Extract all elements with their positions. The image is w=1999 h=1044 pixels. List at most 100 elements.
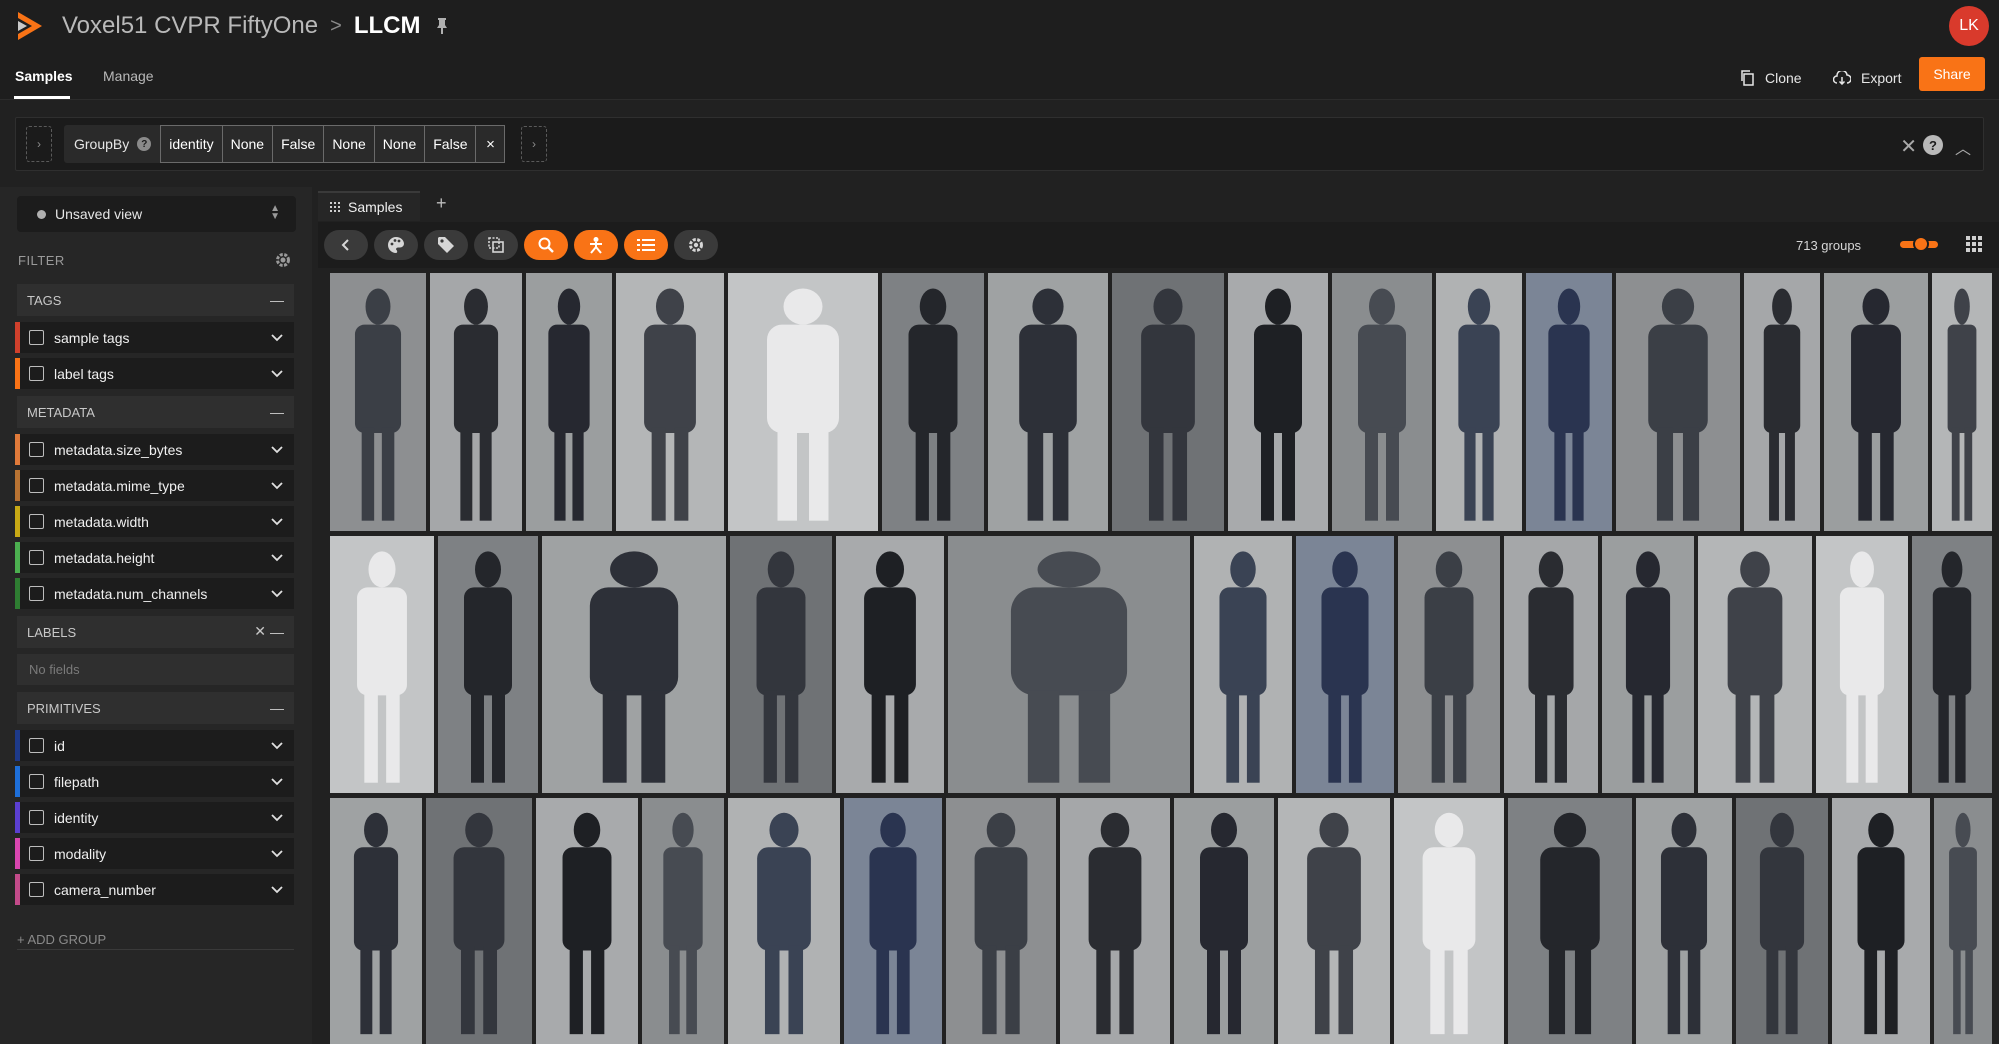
sample-thumbnail[interactable] bbox=[536, 798, 638, 1044]
group-labels-header[interactable]: LABELS ✕ — bbox=[17, 616, 294, 648]
stage-param-order-by[interactable]: None bbox=[221, 125, 274, 163]
field-sample-tags[interactable]: sample tags bbox=[15, 322, 294, 353]
sample-thumbnail[interactable] bbox=[1228, 273, 1328, 531]
patches-button[interactable] bbox=[474, 230, 518, 260]
chevron-down-icon[interactable] bbox=[270, 550, 284, 564]
sample-thumbnail[interactable] bbox=[1744, 273, 1820, 531]
add-panel-icon[interactable]: + bbox=[436, 193, 447, 214]
collapse-icon[interactable]: — bbox=[270, 700, 284, 716]
sample-thumbnail[interactable] bbox=[1508, 798, 1632, 1044]
chevron-down-icon[interactable] bbox=[270, 882, 284, 896]
field-filepath[interactable]: filepath bbox=[15, 766, 294, 797]
sample-thumbnail[interactable] bbox=[728, 273, 878, 531]
field-checkbox[interactable] bbox=[29, 330, 44, 345]
field-label-tags[interactable]: label tags bbox=[15, 358, 294, 389]
chevron-down-icon[interactable] bbox=[270, 846, 284, 860]
field-checkbox[interactable] bbox=[29, 846, 44, 861]
sample-thumbnail[interactable] bbox=[1698, 536, 1812, 793]
field-identity[interactable]: identity bbox=[15, 802, 294, 833]
field-checkbox[interactable] bbox=[29, 738, 44, 753]
fiftyone-logo-icon[interactable] bbox=[14, 10, 46, 42]
tab-samples-panel[interactable]: Samples bbox=[318, 191, 420, 221]
user-avatar[interactable]: LK bbox=[1949, 6, 1989, 46]
field-checkbox[interactable] bbox=[29, 442, 44, 457]
tag-button[interactable] bbox=[424, 230, 468, 260]
back-button[interactable] bbox=[324, 230, 368, 260]
view-stage-groupby[interactable]: GroupBy ? identity None False None None … bbox=[64, 125, 506, 163]
sample-thumbnail[interactable] bbox=[1736, 798, 1828, 1044]
sample-thumbnail[interactable] bbox=[542, 536, 726, 793]
list-view-button[interactable] bbox=[624, 230, 668, 260]
sample-thumbnail[interactable] bbox=[1504, 536, 1598, 793]
sample-thumbnail[interactable] bbox=[836, 536, 944, 793]
chevron-up-icon[interactable]: ︿ bbox=[1955, 135, 1971, 159]
field-metadata-size-bytes[interactable]: metadata.size_bytes bbox=[15, 434, 294, 465]
sample-thumbnail[interactable] bbox=[430, 273, 522, 531]
sample-thumbnail[interactable] bbox=[1398, 536, 1500, 793]
sample-thumbnail[interactable] bbox=[948, 536, 1190, 793]
sample-thumbnail[interactable] bbox=[1934, 798, 1992, 1044]
field-modality[interactable]: modality bbox=[15, 838, 294, 869]
collapse-icon[interactable]: — bbox=[270, 404, 284, 420]
collapse-icon[interactable]: — bbox=[270, 292, 284, 308]
sample-thumbnail[interactable] bbox=[330, 798, 422, 1044]
sample-thumbnail[interactable] bbox=[1394, 798, 1504, 1044]
field-checkbox[interactable] bbox=[29, 882, 44, 897]
sample-thumbnail[interactable] bbox=[642, 798, 724, 1044]
sample-thumbnail[interactable] bbox=[1060, 798, 1170, 1044]
field-metadata-width[interactable]: metadata.width bbox=[15, 506, 294, 537]
chevron-down-icon[interactable] bbox=[270, 366, 284, 380]
sample-thumbnail[interactable] bbox=[1296, 536, 1394, 793]
field-checkbox[interactable] bbox=[29, 810, 44, 825]
grid-layout-icon[interactable] bbox=[1966, 236, 1982, 252]
chevron-down-icon[interactable] bbox=[270, 514, 284, 528]
group-tags-header[interactable]: TAGS — bbox=[17, 284, 294, 316]
similarity-search-button[interactable] bbox=[524, 230, 568, 260]
sample-thumbnail[interactable] bbox=[1278, 798, 1390, 1044]
tab-samples[interactable]: Samples bbox=[15, 68, 73, 84]
chevron-down-icon[interactable] bbox=[270, 738, 284, 752]
gear-icon[interactable] bbox=[274, 251, 292, 269]
tab-manage[interactable]: Manage bbox=[103, 68, 154, 84]
saved-view-select[interactable]: Unsaved view ▲ ▼ bbox=[17, 196, 296, 232]
close-icon[interactable]: ✕ bbox=[1900, 134, 1917, 159]
sample-thumbnail[interactable] bbox=[1912, 536, 1992, 793]
embeddings-button[interactable] bbox=[574, 230, 618, 260]
chevron-down-icon[interactable] bbox=[270, 478, 284, 492]
clone-button[interactable]: Clone bbox=[1740, 64, 1802, 92]
stage-param-match-expr[interactable]: None bbox=[373, 125, 426, 163]
sample-thumbnail[interactable] bbox=[1636, 798, 1732, 1044]
sample-thumbnail[interactable] bbox=[730, 536, 832, 793]
stage-param-field[interactable]: identity bbox=[160, 125, 223, 163]
sample-thumbnail[interactable] bbox=[882, 273, 984, 531]
sample-thumbnail[interactable] bbox=[616, 273, 724, 531]
field-checkbox[interactable] bbox=[29, 586, 44, 601]
sample-thumbnail[interactable] bbox=[1816, 536, 1908, 793]
slider-handle[interactable] bbox=[1913, 236, 1929, 252]
close-icon[interactable]: ✕ bbox=[254, 623, 266, 640]
sample-thumbnail[interactable] bbox=[728, 798, 840, 1044]
sample-thumbnail[interactable] bbox=[330, 536, 434, 793]
remove-stage-button[interactable]: × bbox=[475, 125, 506, 163]
insert-stage-left-button[interactable]: › bbox=[26, 126, 52, 162]
export-button[interactable]: Export bbox=[1833, 64, 1901, 92]
sample-thumbnail[interactable] bbox=[1112, 273, 1224, 531]
field-checkbox[interactable] bbox=[29, 478, 44, 493]
group-primitives-header[interactable]: PRIMITIVES — bbox=[17, 692, 294, 724]
sample-thumbnail[interactable] bbox=[1616, 273, 1740, 531]
help-icon[interactable]: ? bbox=[1923, 135, 1943, 155]
sample-thumbnail[interactable] bbox=[1832, 798, 1930, 1044]
sample-thumbnail[interactable] bbox=[330, 273, 426, 531]
chevron-down-icon[interactable] bbox=[270, 774, 284, 788]
sample-thumbnail[interactable] bbox=[438, 536, 538, 793]
sample-thumbnail[interactable] bbox=[1602, 536, 1694, 793]
sample-thumbnail[interactable] bbox=[1194, 536, 1292, 793]
group-metadata-header[interactable]: METADATA — bbox=[17, 396, 294, 428]
field-checkbox[interactable] bbox=[29, 366, 44, 381]
field-checkbox[interactable] bbox=[29, 514, 44, 529]
field-checkbox[interactable] bbox=[29, 550, 44, 565]
field-metadata-height[interactable]: metadata.height bbox=[15, 542, 294, 573]
field-id[interactable]: id bbox=[15, 730, 294, 761]
chevron-down-icon[interactable] bbox=[270, 330, 284, 344]
sample-thumbnail[interactable] bbox=[1332, 273, 1432, 531]
